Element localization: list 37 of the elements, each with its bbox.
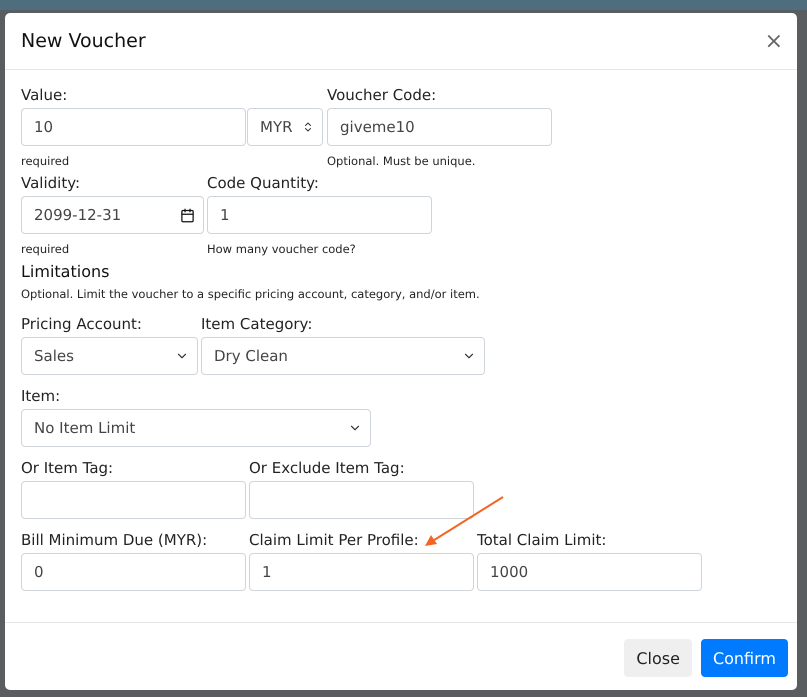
field-label: Claim Limit Per Profile:: [249, 531, 420, 549]
confirm-button[interactable]: Confirm: [700, 639, 788, 677]
field-hint: required: [21, 242, 70, 256]
field-label: Item:: [21, 387, 62, 405]
field-label: Code Quantity:: [207, 174, 320, 192]
field-label: Total Claim Limit:: [477, 531, 608, 549]
currency-select[interactable]: MYR: [247, 108, 323, 146]
close-button[interactable]: Close: [624, 639, 692, 677]
field-label: Bill Minimum Due (MYR):: [21, 531, 208, 549]
field-label: Validity:: [21, 174, 82, 192]
text-field[interactable]: 1: [207, 196, 432, 234]
field-label: Pricing Account:: [21, 315, 143, 333]
section-note: Optional. Limit the voucher to a specific pricing account, category, and/or item.: [21, 287, 481, 301]
calendar-icon: [180, 208, 195, 222]
value-field[interactable]: 10: [21, 108, 246, 146]
select-field[interactable]: Dry Clean: [201, 337, 485, 375]
text-field[interactable]: [249, 481, 474, 519]
field-label: Value:: [21, 86, 68, 104]
dialog-title: New Voucher: [21, 30, 146, 52]
text-field[interactable]: [21, 481, 246, 519]
text-field[interactable]: 0: [21, 553, 246, 591]
field-label: Item Category:: [201, 315, 314, 333]
text-field[interactable]: 1: [249, 553, 474, 591]
select-field[interactable]: No Item Limit: [21, 409, 371, 447]
select-field[interactable]: Sales: [21, 337, 198, 375]
field-hint: How many voucher code?: [207, 242, 357, 256]
field-label: Or Exclude Item Tag:: [249, 459, 406, 477]
field-hint: Optional. Must be unique.: [327, 154, 476, 168]
date-field[interactable]: 2099-12-31: [21, 196, 204, 234]
section-heading: Limitations: [21, 262, 110, 281]
updown-icon: [302, 121, 314, 133]
close-button[interactable]: ×: [760, 28, 787, 54]
text-field[interactable]: 1000: [477, 553, 702, 591]
field-hint: required: [21, 154, 70, 168]
field-label: Voucher Code:: [327, 86, 438, 104]
field-label: Or Item Tag:: [21, 459, 114, 477]
text-field[interactable]: giveme10: [327, 108, 552, 146]
